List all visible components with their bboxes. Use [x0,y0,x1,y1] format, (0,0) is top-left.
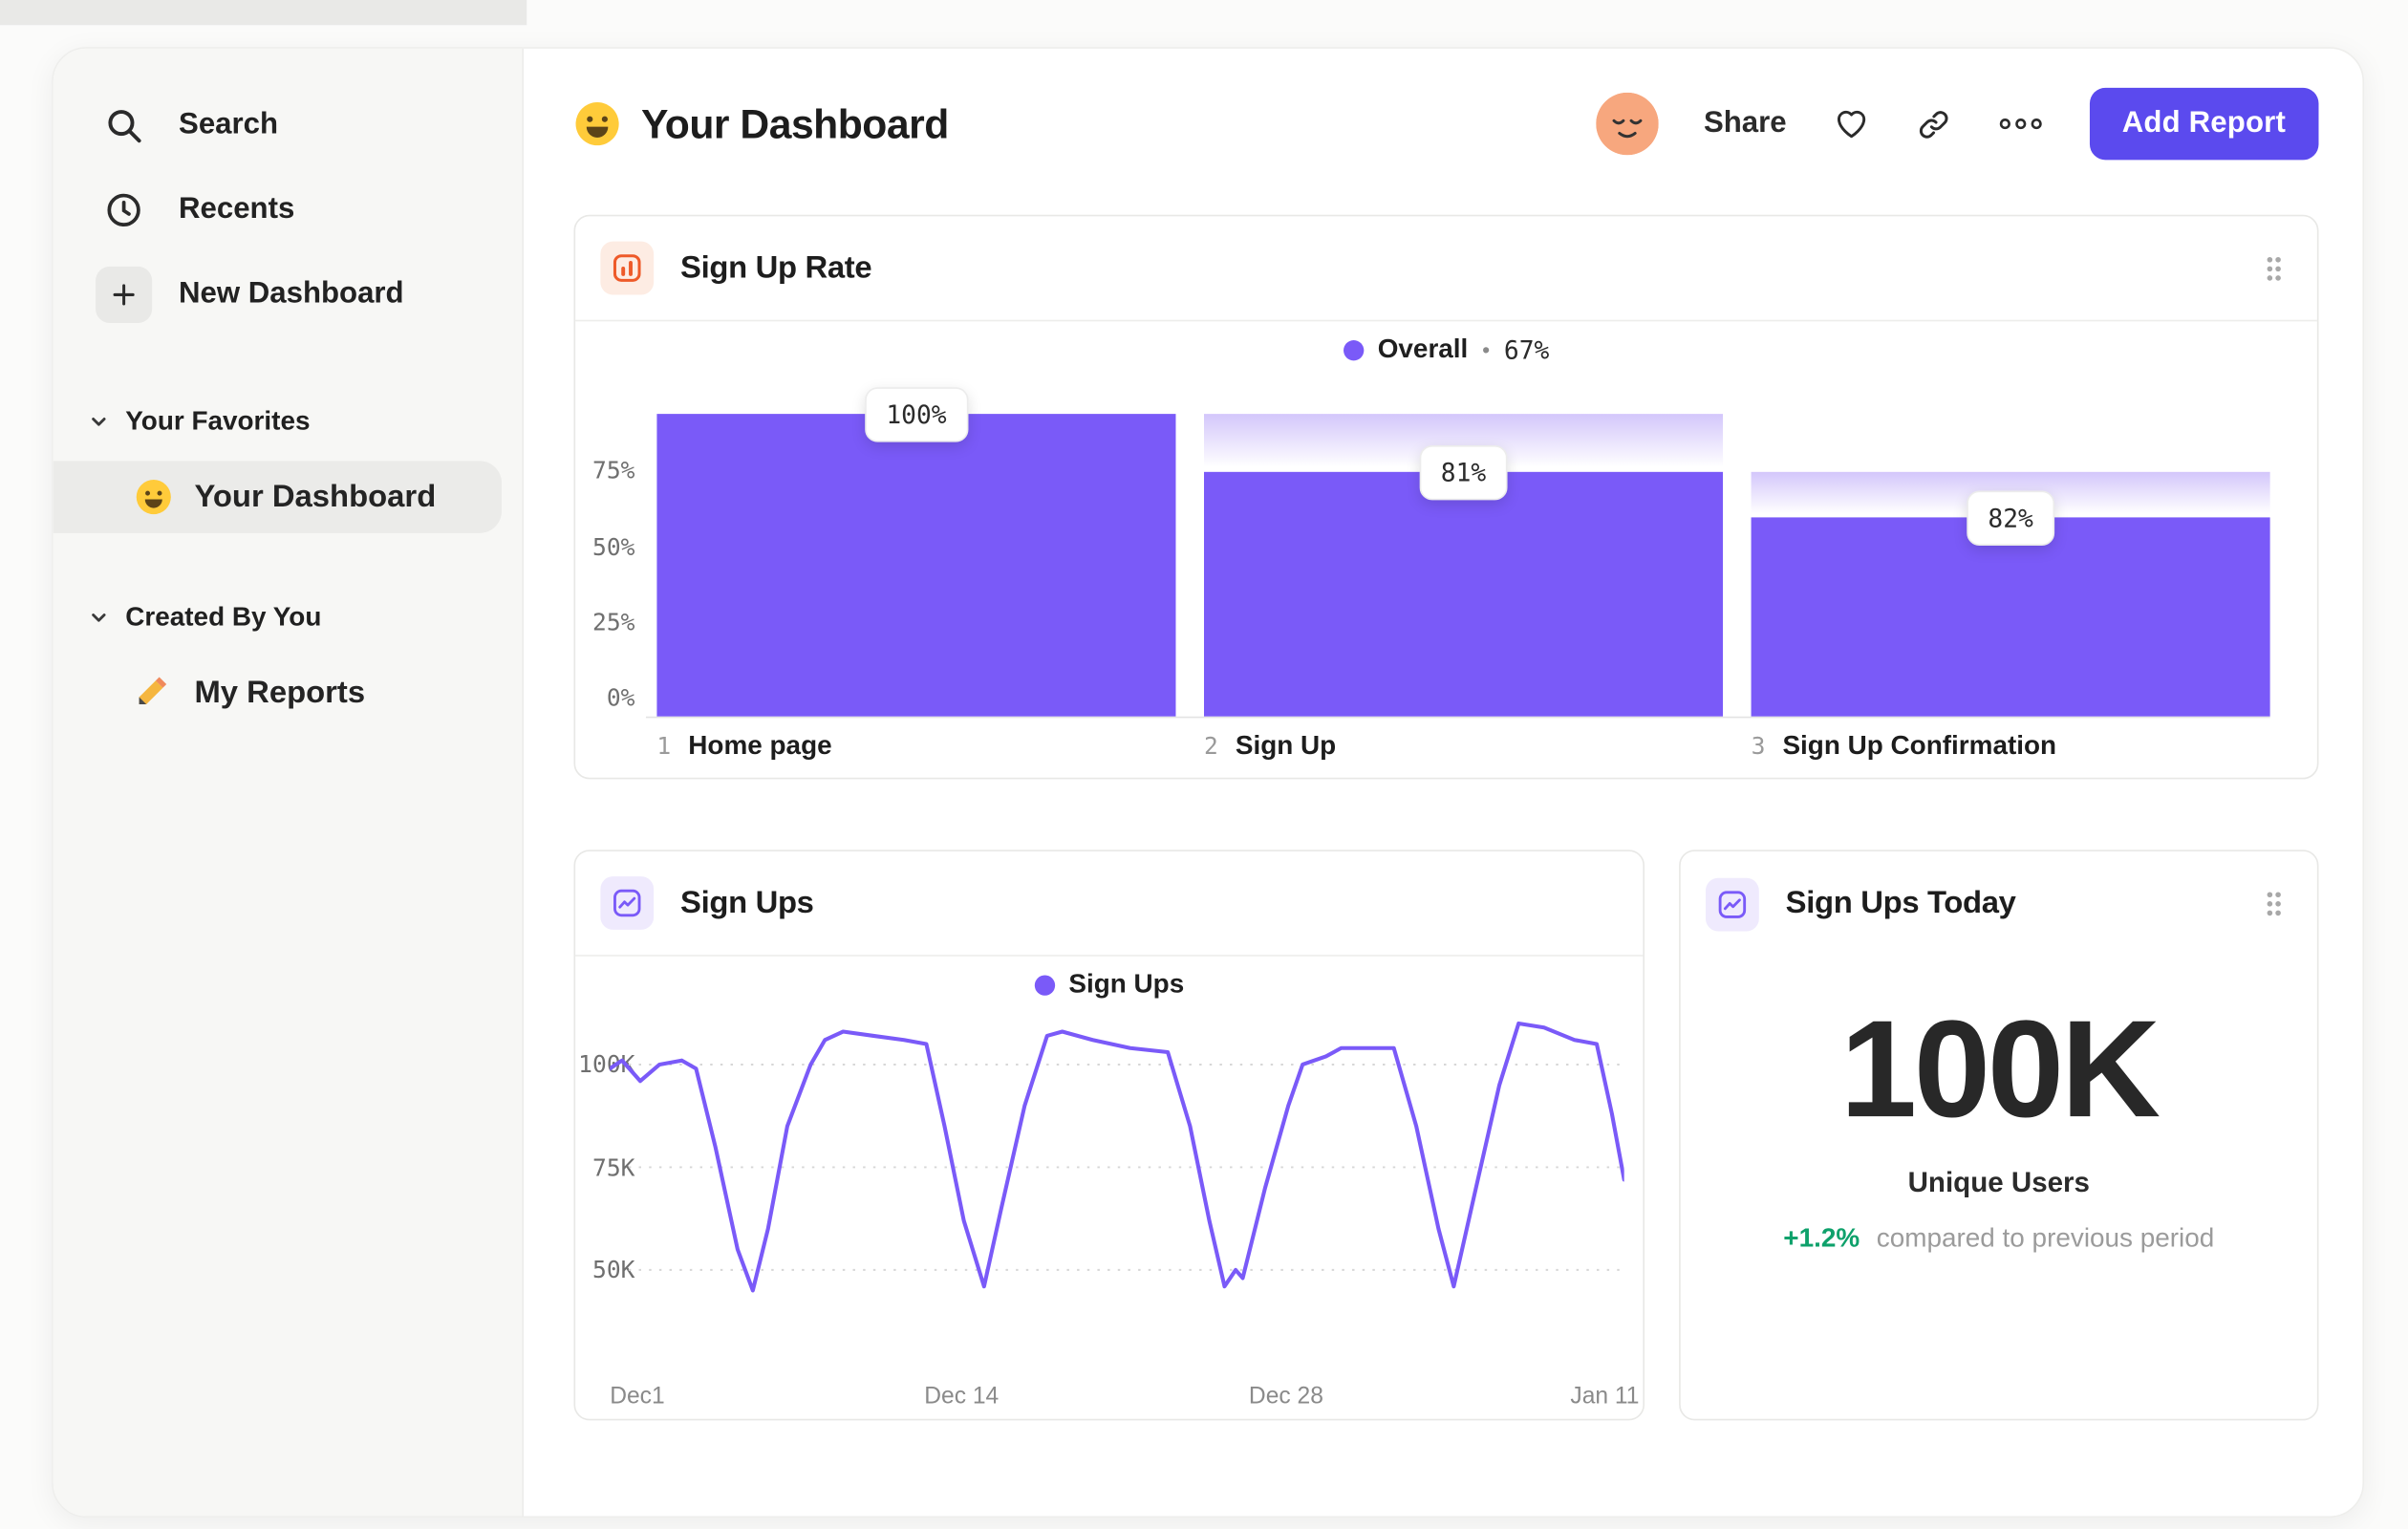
sidebar-item-label: Recents [179,192,295,226]
add-report-button[interactable]: Add Report [2089,87,2319,161]
metric-body: 100K Unique Users +1.2% compared to prev… [1681,957,2317,1255]
metric-subtitle: Unique Users [1907,1166,2090,1198]
drag-handle-icon[interactable] [2259,884,2289,923]
card-sign-ups: Sign Ups Sign Ups 100K 75K 50K Dec1 Dec 14 D… [573,850,1645,1421]
section-your-favorites[interactable]: Your Favorites [54,399,523,443]
metric-delta-row: +1.2% compared to previous period [1681,1223,2317,1255]
card-sign-up-rate: Sign Up Rate Overall • 67% 75% 50% 25% 0… [573,214,2319,780]
section-title: Your Favorites [125,405,311,437]
line-plot [610,1008,1624,1368]
cards-row: Sign Ups Sign Ups 100K 75K 50K Dec1 Dec 14 D… [573,850,2319,1421]
smiley-icon [135,478,172,515]
y-tick-label: 75% [592,456,635,485]
dashboard-app: Search Recents New Dashboard Your Favori… [0,0,2408,1529]
funnel-bar[interactable]: 82% [1751,414,2270,717]
section-title: Created By You [125,602,322,633]
sidebar-item-label: Your Dashboard [194,479,437,514]
funnel-bar[interactable]: 100% [656,387,1176,717]
y-tick-label: 0% [606,683,635,712]
funnel-baseline [645,716,2270,719]
card-header: Sign Up Rate [575,216,2317,322]
pencil-icon [135,674,172,711]
card-header: Sign Ups Today [1681,851,2317,957]
sidebar: Search Recents New Dashboard Your Favori… [53,48,524,1517]
funnel-chart: Overall • 67% 75% 50% 25% 0% 100% 81% 82% 1 Ho… [575,321,2317,779]
funnel-bar-fill [1204,471,1724,717]
legend-overall[interactable]: Overall • 67% [575,334,2317,365]
funnel-value-chip: 82% [1966,489,2055,546]
funnel-step-label: 3 Sign Up Confirmation [1751,730,2057,761]
funnel-y-axis: 75% 50% 25% 0% [575,414,638,717]
funnel-step-labels: 1 Home page 2 Sign Up 3 Sign Up Confirmation [656,731,2269,763]
funnel-bar-fill [1751,516,2270,717]
funnel-step-label: 1 Home page [656,730,832,761]
x-tick-label: Dec1 [610,1383,665,1410]
smiley-icon [573,100,620,147]
line-chart-icon [600,876,655,930]
delta-description: compared to previous period [1876,1222,2215,1253]
link-icon [1915,106,1951,142]
sidebar-item-your-dashboard[interactable]: Your Dashboard [53,461,502,533]
page-title: Your Dashboard [641,99,949,147]
card-title: Sign Ups [680,885,814,920]
legend-sign-ups[interactable]: Sign Ups [575,969,1643,1001]
search-icon [96,97,152,154]
card-title: Sign Up Rate [680,249,872,285]
bar-chart-icon [600,241,655,295]
plus-icon [96,266,153,323]
sign-ups-line-series[interactable] [610,1021,1624,1293]
legend-dot [1343,339,1364,360]
sidebar-item-label: Search [179,108,279,141]
section-created-by-you[interactable]: Created By You [54,595,523,639]
line-chart: Sign Ups 100K 75K 50K Dec1 Dec 14 Dec 28 Jan … [575,957,1643,1421]
funnel-step-label: 2 Sign Up [1204,730,1337,761]
x-tick-label: Jan 11 [1570,1383,1640,1410]
chevron-down-icon [88,411,110,433]
main-content: Your Dashboard Share Add Report Sign Up … [524,49,2362,1517]
page-header: Your Dashboard Share Add Report [573,87,2319,161]
more-options-button[interactable] [1996,116,2043,131]
y-tick-label: 25% [592,608,635,636]
sidebar-item-search[interactable]: Search [54,83,523,168]
legend-dot [1034,974,1055,995]
line-chart-icon [1706,876,1759,931]
funnel-value-chip: 100% [864,387,969,442]
card-title: Sign Ups Today [1785,885,2016,921]
main-window: Search Recents New Dashboard Your Favori… [52,47,2365,1518]
funnel-value-chip: 81% [1418,444,1509,500]
sidebar-item-recents[interactable]: Recents [54,168,523,253]
drag-handle-icon[interactable] [2259,248,2289,288]
copy-link-button[interactable] [1915,106,1951,142]
line-x-axis: Dec1 Dec 14 Dec 28 Jan 11 [610,1383,1639,1414]
card-sign-ups-today: Sign Ups Today 100K Unique Users +1.2% c… [1679,850,2319,1421]
clock-icon [96,182,152,238]
funnel-bar-fill [656,414,1176,717]
metric-value: 100K [1839,990,2161,1147]
funnel-plot: 100% 81% 82% [656,387,2270,717]
x-tick-label: Dec 28 [1248,1383,1323,1410]
card-header: Sign Ups [575,851,1644,957]
sidebar-item-my-reports[interactable]: My Reports [54,658,523,727]
heart-icon [1832,105,1869,142]
chevron-down-icon [88,607,110,629]
sidebar-item-label: New Dashboard [179,277,404,311]
sidebar-item-label: My Reports [194,675,366,710]
top-edge-strip [0,0,527,26]
funnel-bar[interactable]: 81% [1204,414,1724,717]
x-tick-label: Dec 14 [924,1383,1000,1410]
y-tick-label: 50% [592,531,635,561]
share-button[interactable]: Share [1704,107,1787,141]
sidebar-item-new-dashboard[interactable]: New Dashboard [54,252,523,337]
ellipsis-icon [1996,116,2043,131]
favorite-heart-button[interactable] [1832,105,1869,142]
delta-value: +1.2% [1783,1222,1860,1253]
user-avatar[interactable] [1595,92,1659,156]
